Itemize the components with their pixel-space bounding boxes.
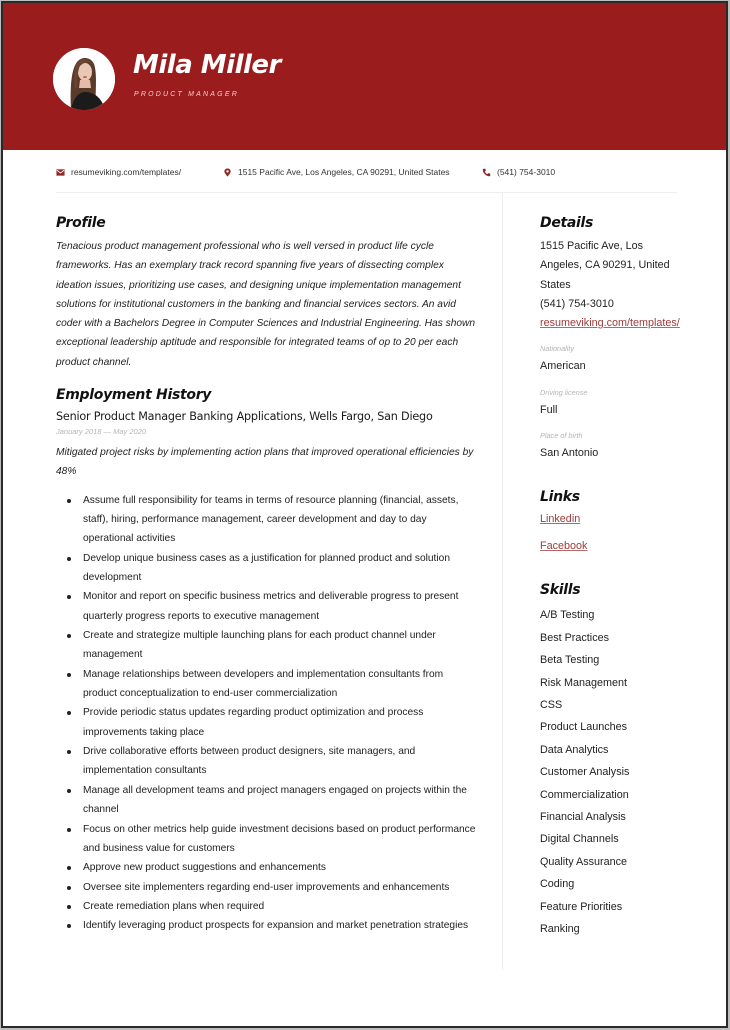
place-of-birth-label: Place of birth	[540, 431, 583, 441]
details-heading: Details	[540, 215, 594, 231]
skill-item: Commercialization	[540, 788, 629, 801]
main-column: Profile Tenacious product management pro…	[56, 215, 476, 936]
phone-icon	[482, 168, 491, 176]
skill-item: Ranking	[540, 923, 580, 936]
skills-heading: Skills	[540, 582, 581, 599]
contact-phone-text: (541) 754-3010	[497, 167, 556, 177]
job-bullet: Focus on other metrics help guide invest…	[67, 820, 476, 859]
details-address: 1515 Pacific Ave, Los Angeles, CA 90291,…	[540, 240, 670, 291]
resume-page: Mila Miller Product Manager resumeviking…	[1, 1, 728, 1028]
linkedin-link[interactable]: Linkedin	[540, 511, 710, 527]
skill-item: Product Launches	[540, 721, 628, 734]
job-bullet: Create and strategize multiple launching…	[67, 626, 476, 665]
profile-text: Tenacious product management professiona…	[56, 241, 476, 368]
job-bullet: Assume full responsibility for teams in …	[67, 491, 476, 549]
skill-item: CSS	[540, 699, 563, 711]
job-bullet: Provide periodic status updates regardin…	[67, 703, 476, 742]
candidate-name: Mila Miller	[133, 50, 281, 80]
job-bullets: Assume full responsibility for teams in …	[56, 491, 476, 936]
job-bullet: Oversee site implementers regarding end-…	[67, 878, 476, 897]
job-bullet: Monitor and report on specific business …	[67, 587, 476, 626]
skill-item: Best Practices	[540, 631, 610, 644]
nationality-label: Nationality	[540, 344, 575, 354]
map-pin-icon	[224, 167, 231, 177]
skill-item: Coding	[540, 878, 575, 891]
details-website-link[interactable]: resumeviking.com/templates/	[540, 314, 710, 333]
skill-item: Digital Channels	[540, 833, 619, 846]
skill-item: Beta Testing	[540, 654, 600, 667]
nationality-value: American	[540, 360, 586, 373]
contact-website-text: resumeviking.com/templates/	[71, 167, 182, 177]
contact-address-text: 1515 Pacific Ave, Los Angeles, CA 90291,…	[238, 167, 450, 177]
sidebar-column: Details 1515 Pacific Ave, Los Angeles, C…	[540, 215, 710, 940]
employment-heading: Employment History	[56, 387, 212, 404]
header-divider	[56, 192, 677, 193]
job-dates: January 2018 — May 2020	[56, 427, 147, 437]
details-phone: (541) 754-3010	[540, 297, 614, 310]
job-bullet: Drive collaborative efforts between prod…	[67, 742, 476, 781]
envelope-icon	[56, 168, 65, 176]
driving-license-value: Full	[540, 403, 558, 416]
skill-item: Financial Analysis	[540, 811, 626, 824]
place-of-birth-value: San Antonio	[540, 447, 599, 460]
facebook-link[interactable]: Facebook	[540, 538, 710, 554]
job-bullet: Approve new product suggestions and enha…	[67, 858, 476, 877]
links-section: Links Linkedin Facebook	[540, 489, 710, 554]
profile-section: Profile Tenacious product management pro…	[56, 215, 476, 372]
job-bullet: Develop unique business cases as a justi…	[67, 549, 476, 588]
candidate-title: Product Manager	[134, 91, 239, 98]
skill-item: Feature Priorities	[540, 900, 623, 913]
skill-item: Risk Management	[540, 676, 628, 689]
job-bullet: Identify leveraging product prospects fo…	[67, 916, 476, 935]
links-heading: Links	[540, 489, 580, 506]
contact-website[interactable]: resumeviking.com/templates/	[56, 167, 181, 177]
job-title: Senior Product Manager Banking Applicati…	[56, 410, 433, 424]
column-divider	[502, 193, 503, 970]
details-section: Details 1515 Pacific Ave, Los Angeles, C…	[540, 215, 710, 463]
skill-item: A/B Testing	[540, 609, 595, 622]
avatar	[53, 48, 115, 110]
job-bullet: Manage relationships between developers …	[67, 665, 476, 704]
resume-header: Mila Miller Product Manager	[3, 3, 726, 150]
driving-license-label: Driving license	[540, 387, 588, 397]
employment-section: Employment History Senior Product Manage…	[56, 387, 476, 936]
job-bullet: Manage all development teams and project…	[67, 781, 476, 820]
job-bullet: Create remediation plans when required	[67, 897, 476, 916]
skill-item: Data Analytics	[540, 743, 609, 756]
skills-section: Skills A/B Testing Best Practices Beta T…	[540, 582, 710, 940]
skill-item: Customer Analysis	[540, 766, 630, 779]
skill-item: Quality Assurance	[540, 855, 628, 868]
profile-photo	[53, 48, 115, 110]
profile-heading: Profile	[56, 215, 106, 231]
contact-phone[interactable]: (541) 754-3010	[482, 167, 555, 177]
contact-address: 1515 Pacific Ave, Los Angeles, CA 90291,…	[223, 167, 450, 177]
contact-bar: resumeviking.com/templates/ 1515 Pacific…	[3, 165, 726, 183]
job-summary: Mitigated project risks by implementing …	[56, 447, 474, 478]
